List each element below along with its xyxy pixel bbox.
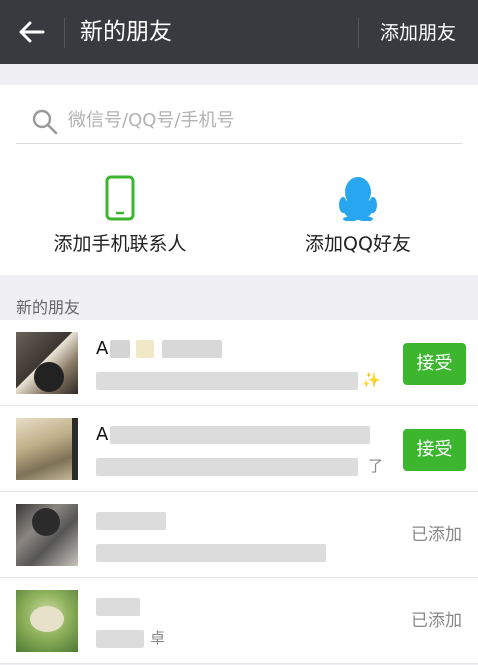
blurred-text: [136, 340, 154, 358]
blurred-text: [96, 544, 326, 562]
message-tail: 卓: [150, 629, 166, 647]
added-status: 已添加: [411, 611, 462, 631]
sparkle-emoji: ✨: [362, 371, 381, 389]
friend-name-visible: A: [96, 424, 109, 445]
blurred-text: [96, 458, 358, 476]
blurred-text: [96, 630, 144, 648]
add-phone-contacts-label: 添加手机联系人: [53, 233, 187, 255]
list-item[interactable]: A ✨ 接受: [0, 320, 478, 406]
blurred-text: [110, 340, 130, 358]
search-input[interactable]: 微信号/QQ号/手机号: [16, 97, 462, 144]
add-qq-friends-button[interactable]: 添加QQ好友: [258, 175, 458, 265]
friend-name-visible: A: [96, 338, 109, 359]
accept-button[interactable]: 接受: [403, 343, 466, 385]
blurred-text: [96, 598, 140, 616]
blurred-text: [96, 372, 358, 390]
header-divider: [64, 18, 65, 48]
list-item[interactable]: 已添加: [0, 492, 478, 578]
friend-message: 了: [96, 456, 386, 476]
friend-message: ✨: [96, 370, 386, 390]
new-friends-list: A ✨ 接受 A 了 接受 已添加 卓 已添加: [0, 320, 478, 664]
blurred-text: [162, 340, 222, 358]
friend-message: 卓: [96, 628, 386, 648]
blurred-text: [110, 426, 370, 444]
search-panel: 微信号/QQ号/手机号 添加手机联系人 添加QQ好友: [0, 85, 478, 275]
back-button[interactable]: [12, 14, 52, 50]
friend-name: A: [96, 422, 386, 448]
top-bar: 新的朋友 添加朋友: [0, 0, 478, 64]
avatar: [16, 332, 78, 394]
section-label: 新的朋友: [16, 298, 81, 317]
list-item[interactable]: 卓 已添加: [0, 578, 478, 664]
add-phone-contacts-button[interactable]: 添加手机联系人: [20, 175, 220, 265]
qq-penguin-icon: [339, 177, 377, 221]
search-placeholder: 微信号/QQ号/手机号: [68, 110, 235, 131]
avatar: [16, 418, 78, 480]
header-divider: [358, 18, 359, 48]
avatar: [16, 504, 78, 566]
friend-name: [96, 594, 386, 620]
accept-button[interactable]: 接受: [403, 429, 466, 471]
friend-name: [96, 508, 386, 534]
friend-name: A: [96, 336, 386, 362]
friend-message: [96, 542, 386, 562]
blurred-text: [96, 512, 166, 530]
search-icon: [32, 109, 58, 135]
added-status: 已添加: [411, 525, 462, 545]
page-title: 新的朋友: [80, 19, 172, 45]
message-tail: 了: [368, 457, 384, 475]
phone-icon: [105, 175, 135, 221]
add-friend-button[interactable]: 添加朋友: [380, 19, 456, 47]
add-qq-friends-label: 添加QQ好友: [305, 233, 411, 255]
avatar: [16, 590, 78, 652]
list-item[interactable]: A 了 接受: [0, 406, 478, 492]
back-arrow-icon: [19, 21, 45, 43]
